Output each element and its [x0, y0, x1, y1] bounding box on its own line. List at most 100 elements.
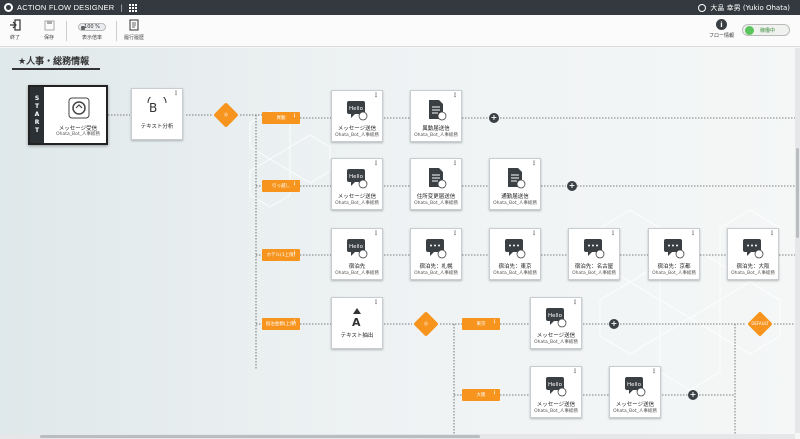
hello-text: Hello: [349, 174, 364, 180]
message-send-node[interactable]: ⋮ Hello メッセージ送信 Ohata_Bot_人事総務: [331, 158, 383, 210]
node-title: 宿泊先：大阪: [736, 264, 770, 270]
toolbar-divider: [66, 21, 67, 41]
message-send-node[interactable]: ⋮ Hello メッセージ送信 Ohata_Bot_人事総務: [331, 90, 383, 142]
history-button[interactable]: 履行履歴: [124, 18, 144, 41]
chat-message-node[interactable]: ⋮ 宿泊先：東京 Ohata_Bot_人事総務: [489, 228, 541, 280]
text-analysis-icon: B: [146, 93, 168, 119]
message-send-node[interactable]: ⋮ Hello 宿泊先 Ohata_Bot_人事総務: [331, 228, 383, 280]
branch-menu-icon[interactable]: ⋮: [292, 114, 297, 119]
node-menu-icon[interactable]: ⋮: [373, 231, 379, 237]
node-subtitle: Ohata_Bot_人事総務: [613, 409, 657, 414]
chat-message-node[interactable]: ⋮ 宿泊先：大阪 Ohata_Bot_人事総務: [727, 228, 779, 280]
node-subtitle: Ohata_Bot_人事総務: [414, 271, 458, 276]
branch-row4[interactable]: 宿泊金額(上限) ⋮: [262, 318, 300, 330]
branch-row4a[interactable]: 東京 ⋮: [462, 318, 500, 330]
horizontal-scrollbar[interactable]: [0, 434, 795, 439]
node-title: メッセージ送信: [337, 194, 377, 200]
node-menu-icon[interactable]: ⋮: [452, 161, 458, 167]
hello-text: Hello: [548, 313, 563, 319]
node-title: メッセージ送信: [536, 402, 576, 408]
toggle-knob: [745, 25, 754, 35]
user-menu[interactable]: 大畠 幸男 (Yukio Ohata): [698, 0, 790, 15]
chat-bubble-icon: [504, 237, 526, 259]
save-label: 保存: [43, 35, 54, 41]
node-menu-icon[interactable]: ⋮: [690, 231, 696, 237]
node-menu-icon[interactable]: ⋮: [572, 300, 578, 306]
node-title: メッセージ送信: [536, 333, 576, 339]
hello-message-icon: Hello: [545, 306, 567, 328]
status-toggle[interactable]: 稼働中: [742, 24, 790, 36]
flow-canvas[interactable]: ★人事・総務情報 S T A R T メッセージ受信 Ohata_Bot_人事総…: [0, 48, 800, 439]
node-title: 宿泊先：名古屋: [574, 264, 614, 270]
document-send-node[interactable]: ⋮ 異動届送信 Ohata_Bot_人事総務: [410, 90, 462, 142]
flow-info-label: フロー情報: [708, 33, 734, 39]
branch-menu-icon[interactable]: ⋮: [292, 320, 297, 325]
node-menu-icon[interactable]: ⋮: [610, 231, 616, 237]
default-label: DEFAULT: [751, 321, 769, 326]
chat-message-node[interactable]: ⋮ 宿泊先：名古屋 Ohata_Bot_人事総務: [568, 228, 620, 280]
text-analysis-node[interactable]: ⋮ B テキスト分析: [131, 88, 183, 140]
branch-menu-icon[interactable]: ⋮: [492, 391, 497, 396]
zoom-control[interactable]: 100 % 表示倍率: [78, 20, 106, 41]
condition-label: 分: [224, 112, 228, 117]
node-title: メッセージ送信: [337, 126, 377, 132]
scrollbar-thumb[interactable]: [40, 435, 480, 438]
flow-info-button[interactable]: i フロー情報: [709, 19, 734, 39]
branch-menu-icon[interactable]: ⋮: [292, 182, 297, 187]
branch-row3[interactable]: ホテル(1上限) ⋮: [262, 249, 300, 261]
add-step-button[interactable]: +: [609, 319, 619, 329]
node-menu-icon[interactable]: ⋮: [531, 161, 537, 167]
add-step-button[interactable]: +: [489, 113, 499, 123]
branch-row2[interactable]: 引っ越し ⋮: [262, 180, 300, 192]
settings-icon[interactable]: [698, 3, 707, 12]
node-menu-icon[interactable]: ⋮: [531, 231, 537, 237]
document-send-node[interactable]: ⋮ 通勤届送信 Ohata_Bot_人事総務: [489, 158, 541, 210]
add-step-button[interactable]: +: [567, 181, 577, 191]
branch-menu-icon[interactable]: ⋮: [292, 251, 297, 256]
toolbar: 終了 保存 100 % 表示倍率 履行履歴 i フロー情報 稼働中: [0, 15, 800, 47]
message-send-node[interactable]: ⋮ Hello メッセージ送信 Ohata_Bot_人事総務: [609, 366, 661, 418]
message-send-node[interactable]: ⋮ Hello メッセージ送信 Ohata_Bot_人事総務: [530, 297, 582, 349]
message-send-node[interactable]: ⋮ Hello メッセージ送信 Ohata_Bot_人事総務: [530, 366, 582, 418]
chat-message-node[interactable]: ⋮ 宿泊先：京都 Ohata_Bot_人事総務: [648, 228, 700, 280]
document-send-node[interactable]: ⋮ 住所変更届送信 Ohata_Bot_人事総務: [410, 158, 462, 210]
svg-text:B: B: [149, 101, 157, 115]
chat-bubble-icon: [742, 237, 764, 259]
node-menu-icon[interactable]: ⋮: [373, 93, 379, 99]
apps-grid-icon[interactable]: [128, 3, 137, 12]
branch-row5[interactable]: 大阪 ⋮: [462, 389, 500, 401]
scrollbar-thumb[interactable]: [796, 148, 799, 238]
node-menu-icon[interactable]: ⋮: [173, 91, 179, 97]
node-subtitle: Ohata_Bot_人事総務: [335, 201, 379, 206]
node-menu-icon[interactable]: ⋮: [651, 369, 657, 375]
chat-bubble-icon: [583, 237, 605, 259]
zoom-value[interactable]: 100 %: [78, 23, 106, 31]
start-node[interactable]: S T A R T メッセージ受信 Ohata_Bot_人事総務: [28, 85, 108, 145]
node-menu-icon[interactable]: ⋮: [452, 231, 458, 237]
title-bar: ACTION FLOW DESIGNER | 大畠 幸男 (Yukio Ohat…: [0, 0, 800, 15]
vertical-scrollbar[interactable]: [795, 48, 800, 433]
svg-text:A: A: [352, 316, 361, 328]
node-subtitle: Ohata_Bot_人事総務: [414, 201, 458, 206]
node-subtitle: Ohata_Bot_人事総務: [534, 409, 578, 414]
branch-menu-icon[interactable]: ⋮: [492, 320, 497, 325]
node-menu-icon[interactable]: ⋮: [769, 231, 775, 237]
add-step-button[interactable]: +: [688, 390, 698, 400]
node-menu-icon[interactable]: ⋮: [373, 300, 379, 306]
exit-button[interactable]: 終了: [8, 18, 22, 41]
document-icon: [425, 99, 447, 121]
section-underline: [12, 68, 100, 70]
user-name: 大畠 幸男 (Yukio Ohata): [710, 3, 790, 12]
text-extract-node[interactable]: ⋮ A テキスト抽出: [331, 297, 383, 349]
start-band: S T A R T: [30, 87, 44, 143]
node-subtitle: Ohata_Bot_人事総務: [731, 271, 775, 276]
branch-row1[interactable]: 異動 ⋮: [262, 112, 300, 124]
hello-message-icon: Hello: [346, 237, 368, 259]
node-menu-icon[interactable]: ⋮: [572, 369, 578, 375]
node-subtitle: Ohata_Bot_人事総務: [493, 271, 537, 276]
save-button[interactable]: 保存: [42, 18, 56, 41]
node-menu-icon[interactable]: ⋮: [373, 161, 379, 167]
node-title: テキスト分析: [140, 124, 174, 130]
chat-message-node[interactable]: ⋮ 宿泊先：札幌 Ohata_Bot_人事総務: [410, 228, 462, 280]
node-menu-icon[interactable]: ⋮: [452, 93, 458, 99]
